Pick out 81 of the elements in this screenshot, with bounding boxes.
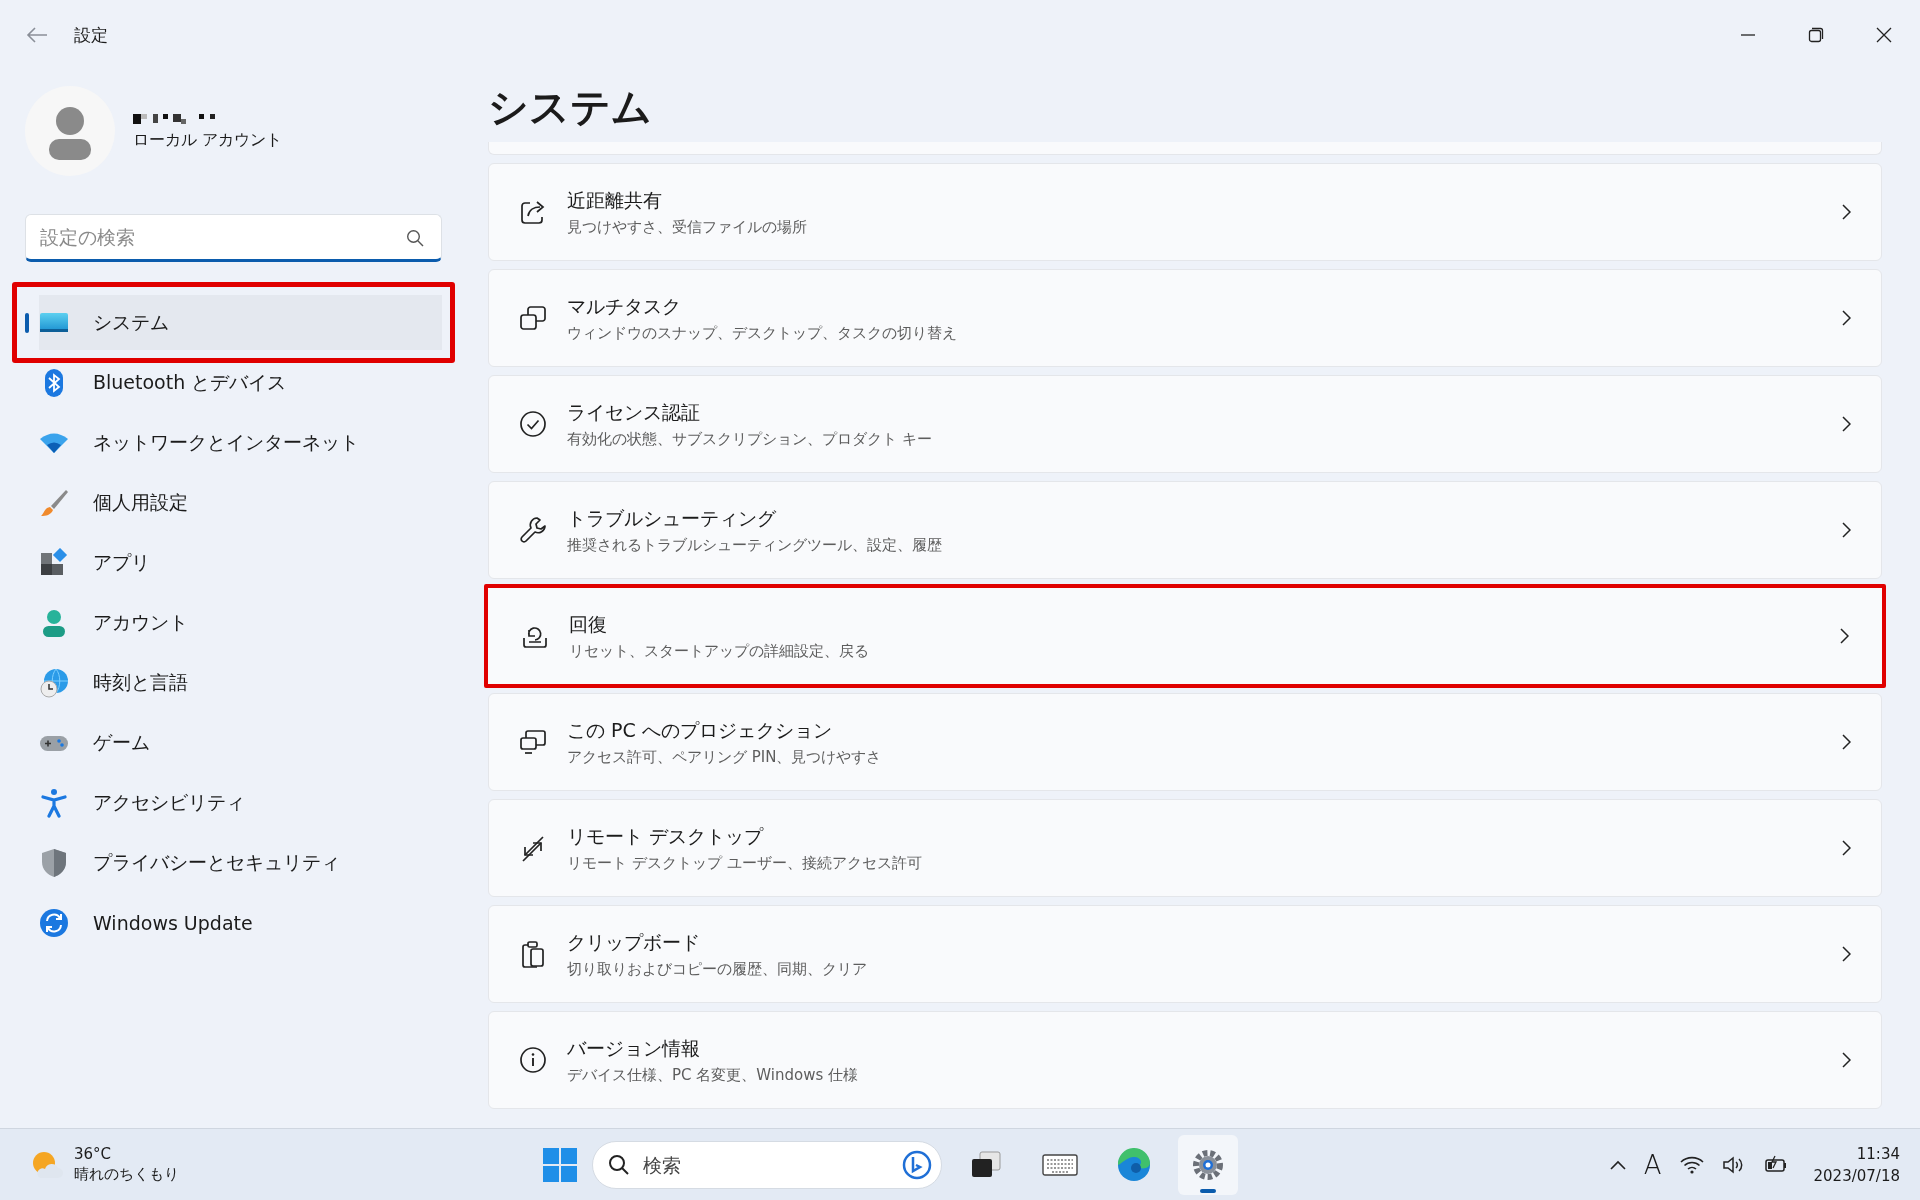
task-view-icon (969, 1149, 1002, 1180)
chevron-right-icon (1841, 1052, 1851, 1068)
settings-card[interactable]: 近距離共有 見つけやすさ、受信ファイルの場所 (488, 163, 1882, 261)
shield-icon (39, 847, 69, 878)
browser-icon (1115, 1146, 1152, 1183)
card-subtitle: アクセス許可、ペアリング PIN、見つけやすさ (567, 747, 883, 767)
restore-icon[interactable] (1808, 27, 1824, 43)
accessibility-icon (39, 787, 69, 818)
clock-time[interactable]: 11:34 (1856, 1144, 1900, 1163)
card-subtitle: 推奨されるトラブルシューティングツール、設定、履歴 (567, 535, 943, 555)
share-icon (519, 198, 547, 226)
close-icon[interactable] (1876, 27, 1892, 43)
search-icon (406, 229, 424, 247)
card-title: 回復 (569, 611, 608, 637)
card-title: ライセンス認証 (567, 399, 701, 425)
ime-indicator[interactable]: A (1643, 1149, 1662, 1180)
card-subtitle: リセット、スタートアップの詳細設定、戻る (569, 641, 870, 661)
windows-icon (519, 304, 547, 332)
temperature: 36°C (74, 1145, 113, 1163)
globe-clock-icon (39, 667, 69, 698)
card-subtitle: デバイス仕様、PC 名変更、Windows 仕様 (567, 1065, 859, 1085)
taskbar-search-field[interactable]: 検索 (591, 1140, 942, 1189)
nav-item[interactable]: 時刻と言語 (25, 655, 442, 710)
card-subtitle: ウィンドウのスナップ、デスクトップ、タスクの切り替え (567, 323, 958, 343)
card-title: この PC へのプロジェクション (567, 717, 833, 743)
chevron-right-icon (1841, 310, 1851, 326)
nav-item[interactable]: Windows Update (25, 895, 442, 950)
card-subtitle: リモート デスクトップ ユーザー、接続アクセス許可 (567, 853, 923, 873)
settings-card[interactable]: バージョン情報 デバイス仕様、PC 名変更、Windows 仕様 (488, 1011, 1882, 1109)
card-title: 近距離共有 (567, 187, 663, 213)
settings-card[interactable]: 回復 リセット、スタートアップの詳細設定、戻る (484, 584, 1886, 688)
card-subtitle: 有効化の状態、サブスクリプション、プロダクト キー (567, 429, 933, 449)
nav-item[interactable]: ゲーム (25, 715, 442, 770)
chevron-right-icon (1839, 628, 1849, 644)
settings-card[interactable]: トラブルシューティング 推奨されるトラブルシューティングツール、設定、履歴 (488, 481, 1882, 579)
search-field[interactable]: 設定の検索 (25, 214, 442, 262)
update-icon (39, 907, 69, 938)
chevron-up-icon[interactable] (1609, 1159, 1626, 1170)
card-subtitle: 切り取りおよびコピーの履歴、同期、クリア (567, 959, 868, 979)
weather-condition: 晴れのちくもり (74, 1165, 179, 1184)
chevron-right-icon (1841, 946, 1851, 962)
info-icon (519, 1046, 547, 1074)
nav-item[interactable]: アプリ (25, 535, 442, 590)
nav-item[interactable]: アカウント (25, 595, 442, 650)
card-title: リモート デスクトップ (567, 823, 765, 849)
nav-item[interactable]: ネットワークとインターネット (25, 415, 442, 470)
card-title: クリップボード (567, 929, 701, 955)
card-title: マルチタスク (567, 293, 682, 319)
clipboard-icon (519, 940, 547, 968)
wrench-icon (519, 516, 547, 544)
card-subtitle: 見つけやすさ、受信ファイルの場所 (567, 217, 808, 237)
check-circle-icon (519, 410, 547, 438)
nav-item[interactable]: 個人用設定 (25, 475, 442, 530)
chevron-right-icon (1841, 416, 1851, 432)
projection-icon (519, 728, 547, 756)
settings-card[interactable]: この PC へのプロジェクション アクセス許可、ペアリング PIN、見つけやすさ (488, 693, 1882, 791)
nav-item[interactable]: アクセシビリティ (25, 775, 442, 830)
clock-date[interactable]: 2023/07/18 (1813, 1166, 1900, 1185)
settings-card[interactable]: マルチタスク ウィンドウのスナップ、デスクトップ、タスクの切り替え (488, 269, 1882, 367)
page-title: システム (488, 83, 653, 132)
settings-card[interactable]: リモート デスクトップ リモート デスクトップ ユーザー、接続アクセス許可 (488, 799, 1882, 897)
chevron-right-icon (1841, 734, 1851, 750)
wifi-icon[interactable] (1679, 1155, 1704, 1174)
paintbrush-icon (39, 487, 69, 518)
keyboard-icon (1041, 1153, 1078, 1176)
nav-item[interactable]: システム (12, 282, 455, 363)
back-arrow-icon[interactable] (26, 27, 48, 43)
chevron-right-icon (1841, 204, 1851, 220)
card-title: バージョン情報 (567, 1035, 701, 1061)
card-title: トラブルシューティング (567, 505, 777, 531)
avatar-icon (25, 86, 115, 176)
start-icon[interactable] (541, 1146, 578, 1183)
account-type: ローカル アカウント (133, 129, 283, 151)
nav-item[interactable]: プライバシーとセキュリティ (25, 835, 442, 890)
apps-icon (39, 547, 69, 578)
window-title: 設定 (74, 23, 108, 47)
chevron-right-icon (1841, 522, 1851, 538)
bing-icon (901, 1149, 932, 1180)
settings-card[interactable]: ライセンス認証 有効化の状態、サブスクリプション、プロダクト キー (488, 375, 1882, 473)
chevron-right-icon (1841, 840, 1851, 856)
settings-card[interactable]: クリップボード 切り取りおよびコピーの履歴、同期、クリア (488, 905, 1882, 1003)
